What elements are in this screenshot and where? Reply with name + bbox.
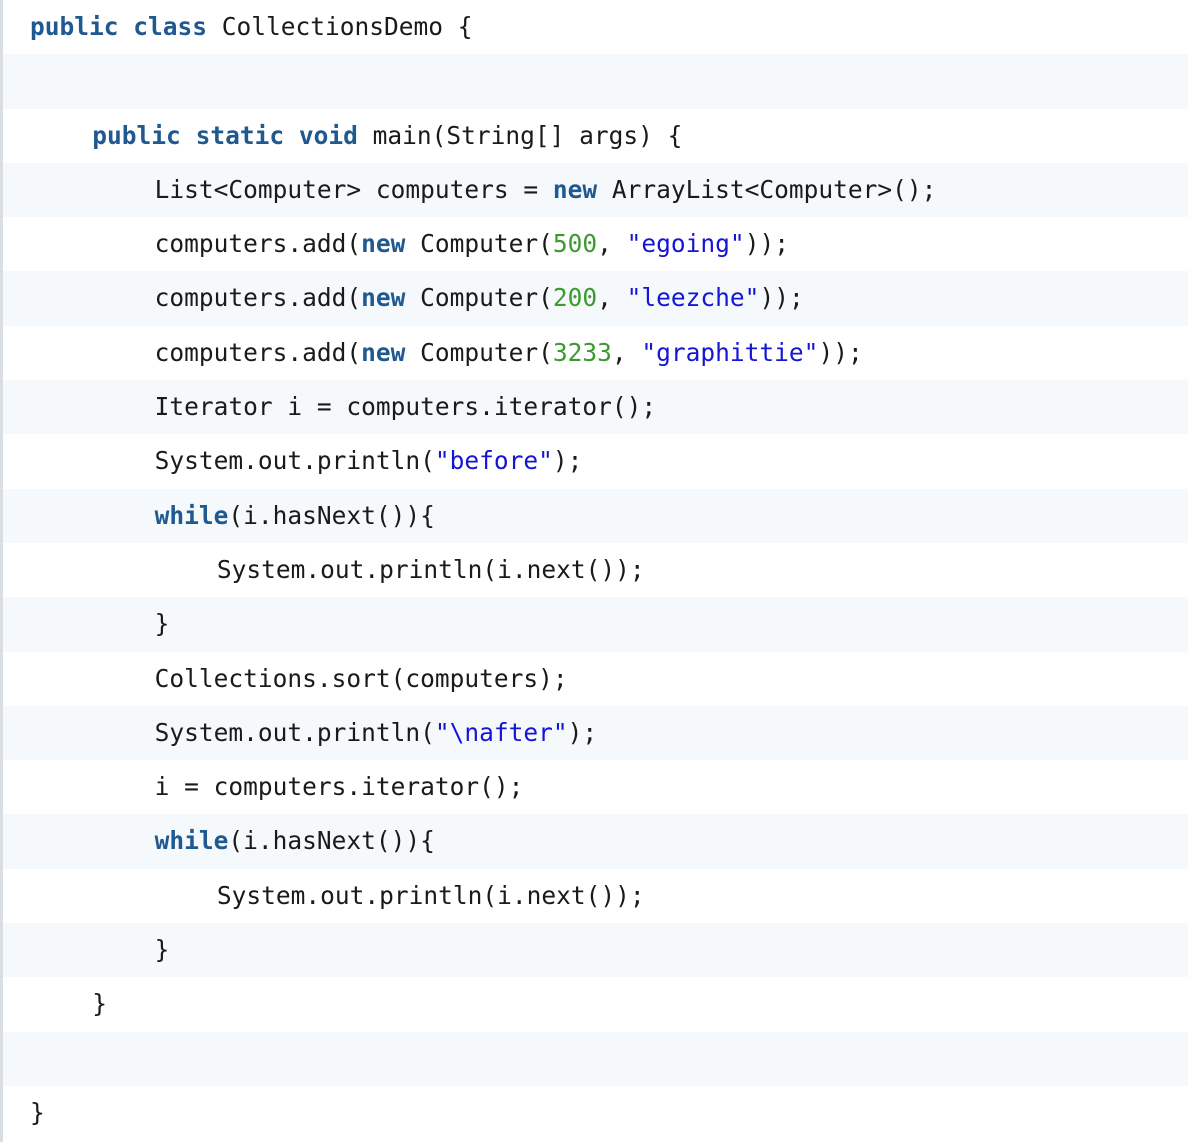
code-line-text: List<Computer> computers = new ArrayList… xyxy=(155,163,937,217)
string-token: "\nafter" xyxy=(434,717,568,747)
code-block: public class CollectionsDemo {public sta… xyxy=(0,0,1188,1142)
code-token: computers.add( xyxy=(154,229,362,259)
code-token: ArrayList<Computer>(); xyxy=(597,174,937,204)
code-token: System.out.println( xyxy=(154,717,435,747)
code-line: } xyxy=(3,1085,1188,1141)
code-line-text: Iterator i = computers.iterator(); xyxy=(155,380,657,434)
code-line-text: } xyxy=(155,923,170,977)
code-line: System.out.println("before"); xyxy=(3,434,1188,489)
code-line-text: public class CollectionsDemo { xyxy=(30,0,473,54)
code-line: } xyxy=(3,977,1188,1032)
code-token: ); xyxy=(567,717,598,747)
code-token: List<Computer> computers = xyxy=(154,174,553,204)
code-line-text: computers.add(new Computer(500, "egoing"… xyxy=(155,217,789,271)
code-line: System.out.println(i.next()); xyxy=(3,868,1188,924)
keyword-token: public xyxy=(92,120,181,150)
code-token: ); xyxy=(552,446,583,476)
code-token: computers.add( xyxy=(154,337,362,367)
code-line: computers.add(new Computer(3233, "graphi… xyxy=(3,325,1188,381)
code-token: System.out.println(i.next()); xyxy=(216,554,645,584)
code-token: CollectionsDemo { xyxy=(207,12,473,41)
code-token: )); xyxy=(818,337,863,367)
string-token: "graphittie" xyxy=(641,337,819,367)
code-line: System.out.println("\nafter"); xyxy=(3,705,1188,761)
code-line: public class CollectionsDemo { xyxy=(3,0,1188,55)
code-token: )); xyxy=(744,229,789,259)
code-token: } xyxy=(30,1097,45,1127)
string-token: "egoing" xyxy=(626,229,745,259)
code-line-text: } xyxy=(155,597,170,651)
code-token: (i.hasNext()){ xyxy=(228,500,435,530)
code-token: , xyxy=(597,229,627,259)
number-token: 500 xyxy=(552,229,598,259)
code-line-text: System.out.println("\nafter"); xyxy=(155,706,598,760)
code-token: , xyxy=(611,337,642,367)
keyword-token: new xyxy=(361,337,406,367)
number-token: 200 xyxy=(552,283,598,313)
code-token: } xyxy=(154,935,170,965)
code-token: (i.hasNext()){ xyxy=(228,826,435,856)
code-line: while(i.hasNext()){ xyxy=(3,814,1188,869)
code-token: Collections.sort(computers); xyxy=(154,663,568,693)
code-token: Iterator i = computers.iterator(); xyxy=(154,392,657,422)
string-token: "before" xyxy=(434,446,553,476)
code-line-text: } xyxy=(92,977,107,1031)
code-line: System.out.println(i.next()); xyxy=(3,542,1188,598)
code-token: } xyxy=(92,989,108,1019)
number-token: 3233 xyxy=(552,337,612,367)
code-line-text: while(i.hasNext()){ xyxy=(155,814,435,868)
code-line: public static void main(String[] args) { xyxy=(3,108,1188,163)
code-line: computers.add(new Computer(200, "leezche… xyxy=(3,271,1188,326)
keyword-token: public xyxy=(30,12,119,41)
code-line-text: computers.add(new Computer(200, "leezche… xyxy=(155,271,804,325)
code-line: Collections.sort(computers); xyxy=(3,651,1188,706)
string-token: "leezche" xyxy=(626,283,760,313)
keyword-token: new xyxy=(552,174,598,204)
code-line-text: while(i.hasNext()){ xyxy=(155,489,435,543)
code-line-text: System.out.println(i.next()); xyxy=(217,543,645,597)
code-token: computers.add( xyxy=(154,283,362,313)
code-token: main(String[] args) { xyxy=(357,120,683,150)
code-line: while(i.hasNext()){ xyxy=(3,488,1188,543)
code-line-text: Collections.sort(computers); xyxy=(155,652,568,706)
keyword-token: static xyxy=(195,120,285,150)
code-line-text: System.out.println(i.next()); xyxy=(217,869,645,923)
code-line-text: System.out.println("before"); xyxy=(155,434,583,488)
code-line: Iterator i = computers.iterator(); xyxy=(3,380,1188,435)
code-token: i = computers.iterator(); xyxy=(154,772,524,802)
keyword-token: new xyxy=(361,229,406,259)
code-token: Computer( xyxy=(405,229,553,259)
code-line-text: public static void main(String[] args) { xyxy=(92,109,682,163)
keyword-token: class xyxy=(133,12,208,41)
code-token: )); xyxy=(759,283,804,313)
code-line: computers.add(new Computer(500, "egoing"… xyxy=(3,217,1188,272)
code-line xyxy=(3,1031,1188,1086)
code-line xyxy=(3,54,1188,109)
code-line: List<Computer> computers = new ArrayList… xyxy=(3,162,1188,218)
code-line: i = computers.iterator(); xyxy=(3,760,1188,815)
code-token: } xyxy=(154,609,170,639)
keyword-token: void xyxy=(298,120,358,150)
keyword-token: new xyxy=(361,283,406,313)
code-line: } xyxy=(3,597,1188,652)
code-line: } xyxy=(3,923,1188,978)
code-line-text: computers.add(new Computer(3233, "graphi… xyxy=(155,326,863,380)
code-token: , xyxy=(597,283,627,313)
code-token: System.out.println(i.next()); xyxy=(216,880,645,910)
code-token: Computer( xyxy=(405,283,553,313)
keyword-token: while xyxy=(154,500,229,530)
code-token: System.out.println( xyxy=(154,446,435,476)
code-line-text: i = computers.iterator(); xyxy=(155,760,524,814)
code-line-text: } xyxy=(30,1086,45,1140)
keyword-token: while xyxy=(154,826,229,856)
code-token: Computer( xyxy=(405,337,553,367)
